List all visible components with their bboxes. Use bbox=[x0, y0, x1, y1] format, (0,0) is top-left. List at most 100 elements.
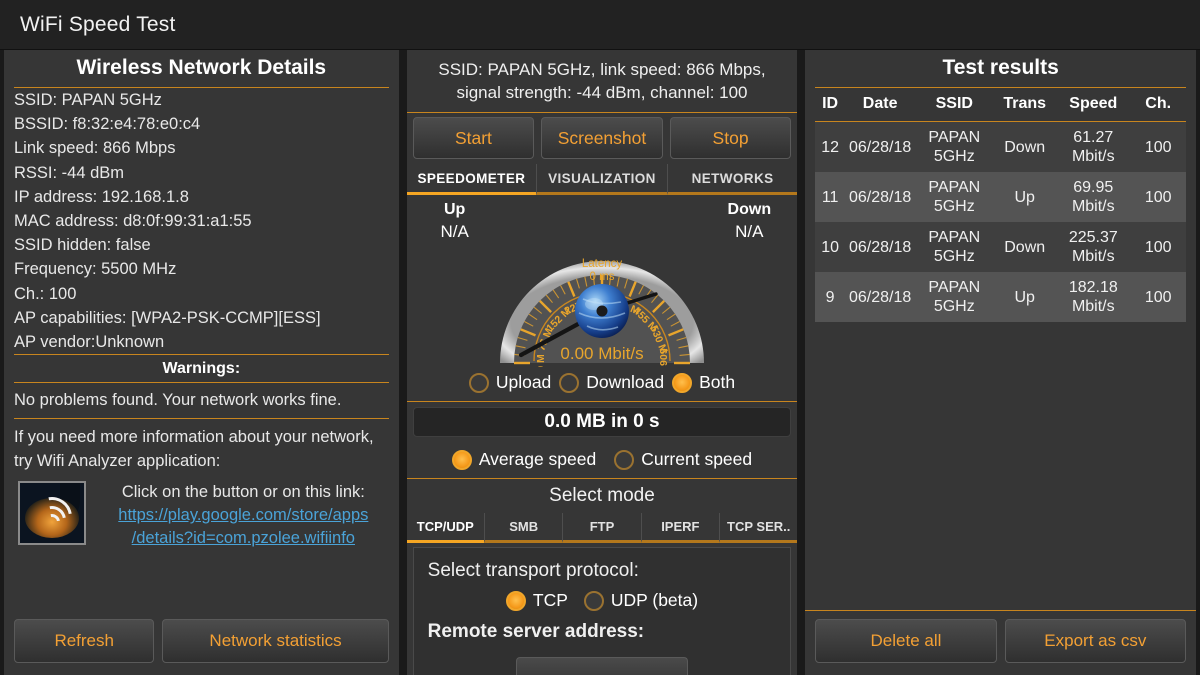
gauge-svg: 0 M76 M152 M227 M303 M379 M455 M530 M606… bbox=[497, 195, 707, 367]
table-body: 1206/28/18PAPAN 5GHzDown61.27 Mbit/s1001… bbox=[815, 122, 1186, 322]
detail-line: MAC address: d8:0f:99:31:a1:55 bbox=[14, 209, 389, 233]
detail-line: IP address: 192.168.1.8 bbox=[14, 185, 389, 209]
radio-label: TCP bbox=[533, 590, 568, 611]
speed-radio-current-speed[interactable]: Current speed bbox=[614, 449, 752, 470]
export-csv-button[interactable]: Export as csv bbox=[1005, 619, 1186, 663]
app-window: WiFi Speed Test Wireless Network Details… bbox=[0, 0, 1200, 675]
cell-speed: 61.27 Mbit/s bbox=[1056, 122, 1130, 172]
mode-tab-3[interactable]: IPERF bbox=[641, 513, 719, 543]
detail-line: BSSID: f8:32:e4:78:e0:c4 bbox=[14, 112, 389, 136]
mode-tabs: TCP/UDPSMBFTPIPERFTCP SER.. bbox=[407, 513, 798, 543]
warnings-heading: Warnings: bbox=[14, 355, 389, 382]
radio-dot-icon bbox=[559, 373, 579, 393]
cell-date: 06/28/18 bbox=[845, 222, 915, 272]
remote-server-label: Remote server address: bbox=[428, 621, 777, 651]
cell-speed: 182.18 Mbit/s bbox=[1056, 272, 1130, 322]
cell-trans: Up bbox=[993, 172, 1056, 222]
cell-ssid: PAPAN 5GHz bbox=[915, 222, 993, 272]
panel-divider bbox=[797, 50, 805, 675]
radio-dot-icon bbox=[469, 373, 489, 393]
cell-trans: Down bbox=[993, 222, 1056, 272]
left-spacer bbox=[4, 550, 399, 611]
view-tabs: SPEEDOMETERVISUALIZATIONNETWORKS bbox=[407, 164, 798, 195]
play-store-link-line1[interactable]: https://play.google.com/store/apps bbox=[98, 504, 389, 527]
center-header-line1: SSID: PAPAN 5GHz, link speed: 866 Mbps, bbox=[413, 58, 792, 81]
stop-button[interactable]: Stop bbox=[670, 117, 792, 159]
wireless-details-title: Wireless Network Details bbox=[14, 50, 389, 87]
cell-id: 9 bbox=[815, 272, 845, 322]
play-store-link-line2[interactable]: /details?id=com.pzolee.wifiinfo bbox=[98, 527, 389, 550]
analyzer-note: If you need more information about your … bbox=[14, 419, 389, 477]
download-readout: Down N/A bbox=[709, 201, 789, 242]
analyzer-link-block: Click on the button or on this link: htt… bbox=[98, 481, 389, 550]
upload-label: Up bbox=[415, 201, 495, 219]
table-row[interactable]: 1006/28/18PAPAN 5GHzDown225.37 Mbit/s100 bbox=[815, 222, 1186, 272]
cell-ch: 100 bbox=[1130, 122, 1186, 172]
test-results-table: IDDateSSIDTransSpeedCh. bbox=[815, 88, 1186, 121]
tcp-udp-mode-box: Select transport protocol: TCPUDP (beta)… bbox=[413, 547, 792, 675]
delete-all-button[interactable]: Delete all bbox=[815, 619, 996, 663]
radio-label: Current speed bbox=[641, 449, 752, 470]
analyzer-promo-row: Click on the button or on this link: htt… bbox=[14, 477, 389, 550]
transfer-summary: 0.0 MB in 0 s bbox=[413, 407, 792, 437]
select-mode-label: Select mode bbox=[407, 479, 798, 513]
mode-tab-1[interactable]: SMB bbox=[484, 513, 562, 543]
test-actions-row: Start Screenshot Stop bbox=[407, 113, 798, 164]
wifi-analyzer-icon[interactable] bbox=[18, 481, 86, 545]
radio-label: Average speed bbox=[479, 449, 596, 470]
column-header: Speed bbox=[1056, 88, 1130, 121]
cell-ssid: PAPAN 5GHz bbox=[915, 122, 993, 172]
radio-label: Both bbox=[699, 372, 735, 393]
speedometer-gauge: 0 M76 M152 M227 M303 M379 M455 M530 M606… bbox=[497, 195, 707, 372]
test-results-body-table: 1206/28/18PAPAN 5GHzDown61.27 Mbit/s1001… bbox=[815, 122, 1186, 322]
radio-label: UDP (beta) bbox=[611, 590, 698, 611]
tab-visualization[interactable]: VISUALIZATION bbox=[536, 164, 667, 195]
direction-radio-both[interactable]: Both bbox=[672, 372, 735, 393]
table-row[interactable]: 1206/28/18PAPAN 5GHzDown61.27 Mbit/s100 bbox=[815, 122, 1186, 172]
network-statistics-button[interactable]: Network statistics bbox=[162, 619, 388, 663]
cell-ch: 100 bbox=[1130, 272, 1186, 322]
refresh-button[interactable]: Refresh bbox=[14, 619, 154, 663]
app-title: WiFi Speed Test bbox=[20, 13, 176, 37]
screenshot-button[interactable]: Screenshot bbox=[541, 117, 663, 159]
mode-tab-2[interactable]: FTP bbox=[562, 513, 640, 543]
detail-line: Frequency: 5500 MHz bbox=[14, 257, 389, 281]
wireless-details-list: SSID: PAPAN 5GHzBSSID: f8:32:e4:78:e0:c4… bbox=[14, 88, 389, 354]
gauge-tick-label: 0 M bbox=[535, 354, 547, 367]
cell-ssid: PAPAN 5GHz bbox=[915, 172, 993, 222]
table-row[interactable]: 906/28/18PAPAN 5GHzUp182.18 Mbit/s100 bbox=[815, 272, 1186, 322]
detail-line: Ch.: 100 bbox=[14, 282, 389, 306]
gauge-reading: 0.00 Mbit/s bbox=[560, 344, 643, 363]
panel-divider bbox=[399, 50, 407, 675]
cell-date: 06/28/18 bbox=[845, 272, 915, 322]
remote-server-input[interactable] bbox=[516, 657, 688, 675]
speed-mode-radio-group: Average speed Current speed bbox=[407, 442, 798, 478]
radio-dot-icon bbox=[506, 591, 526, 611]
radio-dot-icon bbox=[584, 591, 604, 611]
speed-test-panel: SSID: PAPAN 5GHz, link speed: 866 Mbps, … bbox=[407, 50, 798, 675]
cell-speed: 225.37 Mbit/s bbox=[1056, 222, 1130, 272]
transport-radio-udp-beta[interactable]: UDP (beta) bbox=[584, 590, 698, 611]
tab-speedometer[interactable]: SPEEDOMETER bbox=[407, 164, 537, 195]
radio-label: Upload bbox=[496, 372, 551, 393]
left-button-row: Refresh Network statistics bbox=[4, 611, 399, 675]
cell-id: 10 bbox=[815, 222, 845, 272]
column-header: SSID bbox=[915, 88, 993, 121]
speed-radio-average-speed[interactable]: Average speed bbox=[452, 449, 596, 470]
tab-networks[interactable]: NETWORKS bbox=[667, 164, 798, 195]
transport-radio-tcp[interactable]: TCP bbox=[506, 590, 568, 611]
latency-value: 0 ms bbox=[590, 271, 615, 283]
direction-radio-download[interactable]: Download bbox=[559, 372, 664, 393]
table-row[interactable]: 1106/28/18PAPAN 5GHzUp69.95 Mbit/s100 bbox=[815, 172, 1186, 222]
start-button[interactable]: Start bbox=[413, 117, 535, 159]
download-label: Down bbox=[709, 201, 789, 219]
detail-line: SSID: PAPAN 5GHz bbox=[14, 88, 389, 112]
wireless-details-panel: Wireless Network Details SSID: PAPAN 5GH… bbox=[4, 50, 399, 675]
right-button-row: Delete all Export as csv bbox=[805, 611, 1196, 675]
direction-radio-upload[interactable]: Upload bbox=[469, 372, 551, 393]
mode-tab-4[interactable]: TCP SER.. bbox=[719, 513, 797, 543]
transport-radio-group: TCP UDP (beta) bbox=[428, 590, 777, 621]
title-bar: WiFi Speed Test bbox=[0, 0, 1200, 50]
mode-tab-0[interactable]: TCP/UDP bbox=[407, 513, 484, 543]
panels-container: Wireless Network Details SSID: PAPAN 5GH… bbox=[0, 50, 1200, 675]
